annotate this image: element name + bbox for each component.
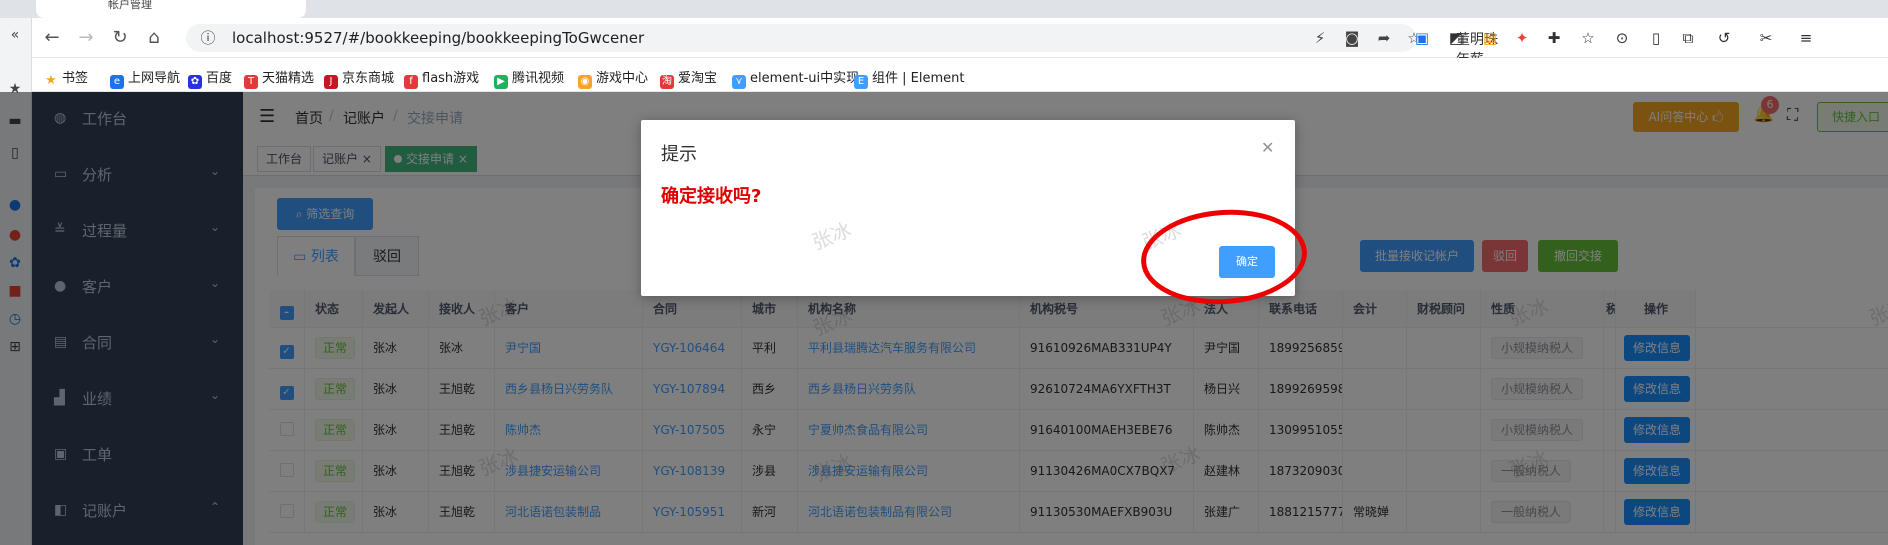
puzzle-icon[interactable]: ✚ [1544, 28, 1564, 48]
home-icon[interactable]: ⌂ [142, 26, 166, 50]
bookmark-item[interactable]: ✿ 百度 [188, 67, 232, 89]
mobile-icon[interactable]: ▯ [1646, 28, 1666, 48]
forward-icon[interactable]: → [74, 26, 98, 50]
element-icon: ⋎ [732, 75, 746, 89]
bookmark-item[interactable]: 淘爱淘宝 [660, 67, 717, 89]
download-icon[interactable]: ⊙ [1612, 28, 1632, 48]
taobao-icon: 淘 [660, 75, 674, 89]
bookmarks-bar: ★ 书签 e 上网导航 ✿ 百度 T 天猫精选 J 京东商城 f flash游戏 ▶ 腾讯视频… [32, 58, 1888, 92]
bookmark-item[interactable]: ◉ 游戏中心 [578, 67, 648, 89]
screenshot-icon[interactable]: ◙ [1342, 28, 1362, 48]
flash-icon: f [404, 75, 418, 89]
element-icon: E [854, 75, 868, 89]
paw-icon: ✿ [188, 75, 202, 89]
dialog-message: 确定接收吗? [661, 186, 762, 207]
reload-icon[interactable]: ↻ [108, 26, 132, 50]
scissors-icon[interactable]: ✂ [1756, 28, 1776, 48]
browser-tab[interactable]: 帐户管理 [36, 0, 306, 18]
bookmark-item[interactable]: J 京东商城 [324, 67, 394, 89]
close-icon[interactable]: ✕ [1261, 138, 1274, 157]
favorites-icon[interactable]: ☆ [1578, 28, 1598, 48]
jd-icon: J [324, 75, 338, 89]
bookmark-item[interactable]: ▶ 腾讯视频 [494, 67, 564, 89]
lightning-icon[interactable]: ⚡ [1310, 28, 1330, 48]
tmall-icon: T [244, 75, 258, 89]
bookmark-item[interactable]: f flash游戏 [404, 67, 479, 89]
bookmark-item[interactable]: T 天猫精选 [244, 67, 314, 89]
share-icon[interactable]: ➦ [1374, 28, 1394, 48]
ai-ext-icon[interactable]: ✦ [1512, 28, 1532, 48]
url-text[interactable]: localhost:9527/#/bookkeeping/bookkeeping… [232, 29, 644, 47]
browser-toolbar: ← → ↻ ⌂ ⓘ localhost:9527/#/bookkeeping/b… [32, 18, 1888, 104]
bookmark-item[interactable]: ★ 书签 [44, 67, 88, 88]
site-info-icon[interactable]: ⓘ [198, 28, 218, 48]
bookmark-item[interactable]: E 组件 | Element [854, 67, 964, 89]
browser-tabstrip: 帐户管理 [0, 0, 1888, 18]
extension-icon[interactable]: ◩ [1446, 28, 1466, 48]
browser-tab-title: 帐户管理 [108, 0, 152, 11]
folder-ext-icon[interactable]: ▤ [1480, 28, 1500, 48]
translate-icon[interactable]: ▣ [1412, 28, 1432, 48]
video-icon: ▶ [494, 75, 508, 89]
game-icon: ◉ [578, 75, 592, 89]
address-bar[interactable]: ⓘ localhost:9527/#/bookkeeping/bookkeepi… [186, 24, 1505, 104]
collapse-icon[interactable]: « [6, 26, 24, 44]
bookmark-item[interactable]: ⋎ element-ui中实现 [732, 67, 859, 89]
globe-icon: e [110, 75, 124, 89]
dialog-title: 提示 [661, 144, 697, 165]
collections-icon[interactable]: ⧉ [1678, 28, 1698, 48]
star-icon: ★ [45, 73, 57, 88]
back-icon[interactable]: ← [40, 26, 64, 50]
history-icon[interactable]: ↺ [1714, 28, 1734, 48]
bookmark-item[interactable]: e 上网导航 [110, 67, 180, 89]
menu-icon[interactable]: ≡ [1796, 28, 1816, 48]
watermark: 张冰 [808, 217, 855, 255]
